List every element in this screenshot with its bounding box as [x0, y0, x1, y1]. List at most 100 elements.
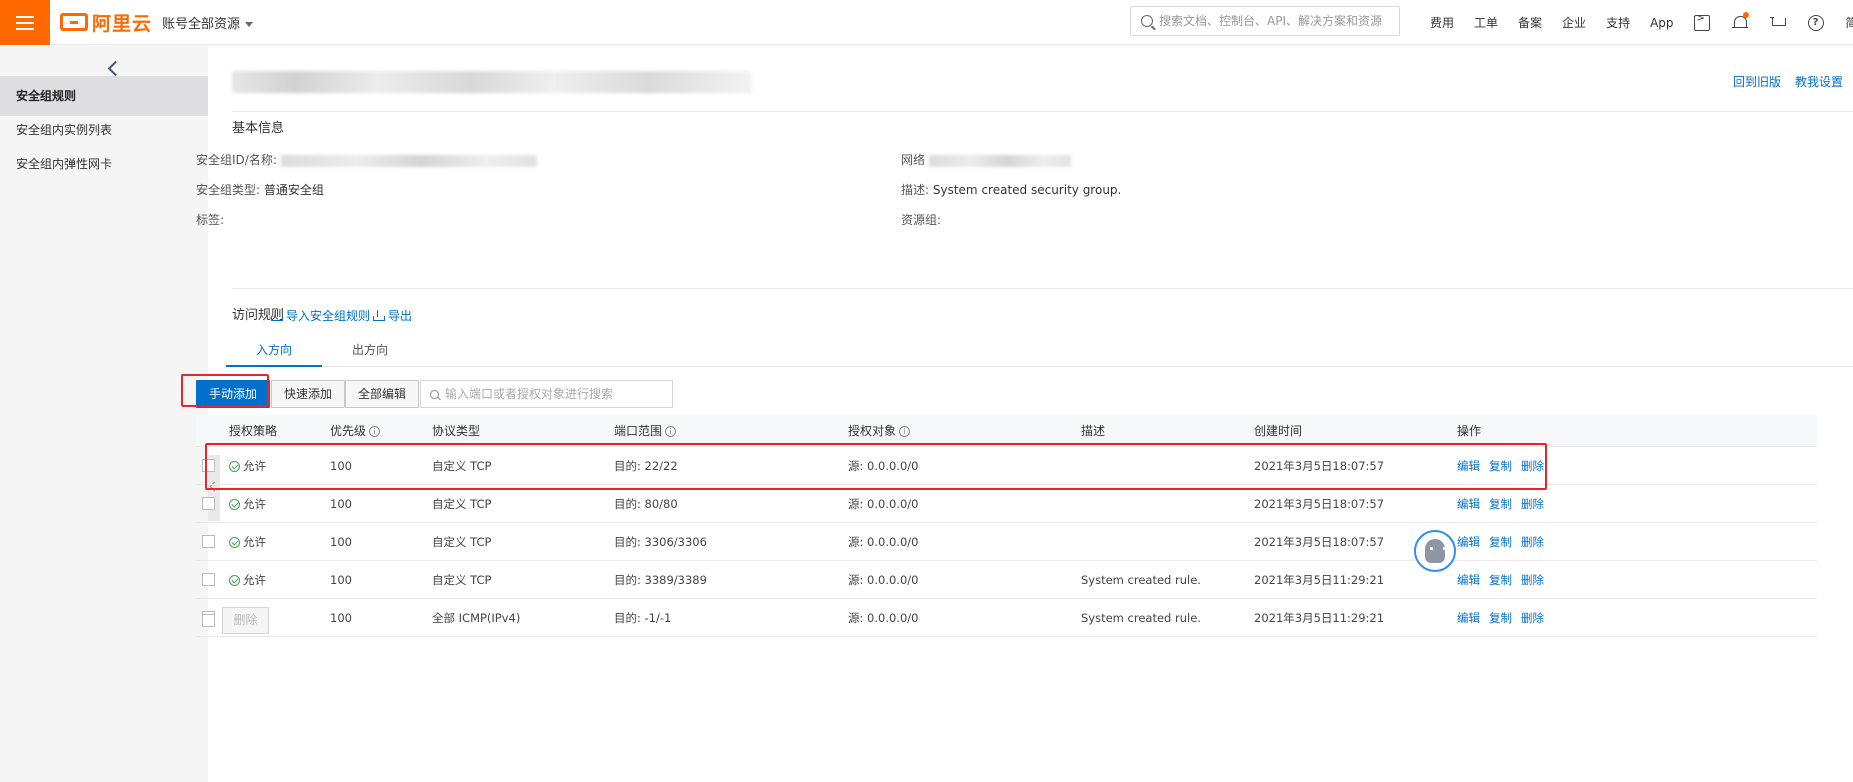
- row-checkbox[interactable]: [202, 573, 215, 586]
- nav-tickets[interactable]: 工单: [1474, 14, 1498, 31]
- cell-actions: 编辑 复制 删除: [1457, 485, 1553, 523]
- global-search[interactable]: [1130, 6, 1400, 36]
- info-icon[interactable]: i: [665, 425, 677, 437]
- brand-name: 阿里云: [92, 12, 153, 35]
- rule-search[interactable]: [420, 380, 673, 408]
- cell-protocol: 自定义 TCP: [432, 459, 492, 473]
- cell-priority: 100: [330, 535, 352, 549]
- cell-priority: 100: [330, 573, 352, 587]
- cell-port: 目的: 3389/3389: [614, 573, 707, 587]
- basic-info-title: 基本信息: [232, 121, 285, 136]
- cell-policy: 允许: [229, 447, 266, 485]
- quick-add-button[interactable]: 快速添加: [271, 380, 346, 408]
- allow-check-icon: [229, 461, 240, 472]
- cell-policy: 允许: [229, 523, 266, 561]
- cell-desc: System created rule.: [1081, 573, 1201, 587]
- cell-actions: 编辑 复制 删除: [1457, 523, 1553, 561]
- table-row: 允许100全部 ICMP(IPv4)目的: -1/-1源: 0.0.0.0/0S…: [196, 599, 1817, 637]
- delete-rule-link[interactable]: 删除: [1521, 573, 1544, 587]
- copy-rule-link[interactable]: 复制: [1489, 611, 1512, 625]
- table-header: 授权策略 优先级 i 协议类型 端口范围 i 授权对象 i 描述 创建时间 操作: [196, 415, 1817, 447]
- row-checkbox[interactable]: [202, 497, 215, 510]
- col-object: 授权对象 i: [848, 415, 911, 447]
- copy-rule-link[interactable]: 复制: [1489, 497, 1512, 511]
- assistant-avatar-icon[interactable]: [1414, 530, 1456, 572]
- edit-rule-link[interactable]: 编辑: [1457, 611, 1480, 625]
- edit-all-button[interactable]: 全部编辑: [345, 380, 420, 408]
- row-checkbox[interactable]: [202, 535, 215, 548]
- page-title-redacted: [232, 71, 752, 93]
- nav-support[interactable]: 支持: [1606, 14, 1630, 31]
- cell-created: 2021年3月5日18:07:57: [1254, 497, 1385, 511]
- cell-priority: 100: [330, 459, 352, 473]
- main-content: 回到旧版 教我设置 基本信息 安全组ID/名称: 安全组类型: 普通安全组 标签…: [181, 45, 1853, 782]
- col-priority: 优先级 i: [330, 415, 381, 447]
- aliyun-logo[interactable]: 阿里云: [60, 10, 153, 35]
- redacted-value: [928, 154, 1071, 167]
- bulk-delete-button[interactable]: 删除: [222, 607, 269, 634]
- manual-add-button[interactable]: 手动添加: [196, 380, 271, 408]
- nav-enterprise[interactable]: 企业: [1562, 14, 1586, 31]
- account-switch-label: 账号全部资源: [162, 17, 241, 32]
- language-switch[interactable]: 简体: [1846, 14, 1853, 31]
- copy-rule-link[interactable]: 复制: [1489, 535, 1512, 549]
- edit-rule-link[interactable]: 编辑: [1457, 459, 1480, 473]
- delete-rule-link[interactable]: 删除: [1521, 497, 1544, 511]
- sidebar-item-enis[interactable]: 安全组内弹性网卡: [0, 144, 208, 184]
- cell-actions: 编辑 复制 删除: [1457, 447, 1553, 485]
- global-search-input[interactable]: [1159, 14, 1389, 28]
- col-protocol: 协议类型: [432, 424, 481, 438]
- cell-port: 目的: 3306/3306: [614, 535, 707, 549]
- col-description: 描述: [1081, 424, 1106, 438]
- bell-icon[interactable]: [1731, 11, 1749, 31]
- copy-rule-link[interactable]: 复制: [1489, 573, 1512, 587]
- cell-priority: 100: [330, 497, 352, 511]
- cell-desc: System created rule.: [1081, 611, 1201, 625]
- copy-rule-link[interactable]: 复制: [1489, 459, 1512, 473]
- edit-rule-link[interactable]: 编辑: [1457, 535, 1480, 549]
- menu-icon[interactable]: [0, 0, 50, 45]
- cell-created: 2021年3月5日18:07:57: [1254, 535, 1385, 549]
- info-id-name: 安全组ID/名称:: [196, 151, 537, 168]
- nav-icp-filing[interactable]: 备案: [1518, 14, 1542, 31]
- search-icon: [1141, 15, 1153, 27]
- edit-rule-link[interactable]: 编辑: [1457, 497, 1480, 511]
- cell-object: 源: 0.0.0.0/0: [848, 459, 919, 473]
- top-bar: 阿里云 账号全部资源 费用 工单 备案 企业 支持 App ? 简体: [0, 0, 1853, 45]
- import-rules-link[interactable]: 导入安全组规则: [271, 307, 370, 324]
- nav-app[interactable]: App: [1650, 16, 1673, 30]
- info-icon[interactable]: i: [899, 425, 911, 437]
- tab-outbound[interactable]: 出方向: [322, 333, 418, 367]
- account-resource-switch[interactable]: 账号全部资源: [162, 13, 254, 32]
- select-all-checkbox[interactable]: [202, 614, 215, 627]
- rules-table: 授权策略 优先级 i 协议类型 端口范围 i 授权对象 i 描述 创建时间 操作 允许…: [196, 415, 1817, 637]
- terminal-icon[interactable]: [1693, 13, 1710, 31]
- cell-port: 目的: 22/22: [614, 459, 678, 473]
- info-icon[interactable]: i: [369, 425, 381, 437]
- col-policy: 授权策略: [229, 424, 278, 438]
- col-port: 端口范围 i: [614, 415, 677, 447]
- cart-icon[interactable]: [1769, 15, 1786, 31]
- rule-search-input[interactable]: [445, 387, 665, 401]
- setup-guide-link[interactable]: 教我设置: [1795, 73, 1843, 90]
- allow-check-icon: [229, 499, 240, 510]
- help-icon[interactable]: ?: [1807, 14, 1824, 31]
- nav-fees[interactable]: 费用: [1430, 14, 1454, 31]
- delete-rule-link[interactable]: 删除: [1521, 459, 1544, 473]
- sidebar: 安全组规则 安全组内实例列表 安全组内弹性网卡: [0, 45, 208, 782]
- export-link[interactable]: 导出: [373, 307, 412, 324]
- edit-rule-link[interactable]: 编辑: [1457, 573, 1480, 587]
- info-network: 网络: [901, 151, 1071, 168]
- cell-port: 目的: 80/80: [614, 497, 678, 511]
- caret-down-icon: [245, 22, 254, 27]
- back-to-old-version-link[interactable]: 回到旧版: [1733, 73, 1781, 90]
- delete-rule-link[interactable]: 删除: [1521, 611, 1544, 625]
- cell-actions: 编辑 复制 删除: [1457, 599, 1553, 637]
- row-checkbox[interactable]: [202, 459, 215, 472]
- delete-rule-link[interactable]: 删除: [1521, 535, 1544, 549]
- table-row: 允许 100 自定义 TCP 目的: 3306/3306 源: 0.0.0.0/0 202…: [196, 523, 1817, 561]
- cell-object: 源: 0.0.0.0/0: [848, 497, 919, 511]
- export-icon: [373, 310, 385, 321]
- search-icon: [430, 389, 439, 399]
- tab-inbound[interactable]: 入方向: [226, 333, 322, 367]
